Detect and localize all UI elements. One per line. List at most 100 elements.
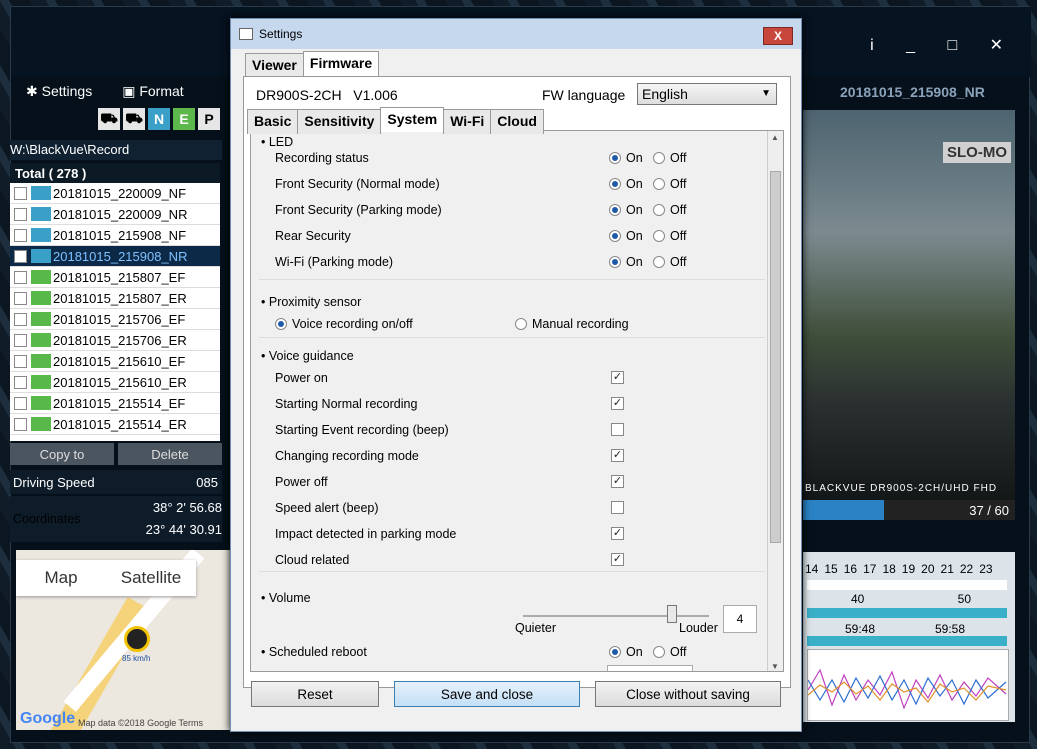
reboot-off-label: Off [670, 645, 687, 659]
save-and-close-button[interactable]: Save and close [394, 681, 580, 707]
file-row[interactable]: 20181015_215610_EF [10, 351, 220, 372]
led-on-radio[interactable]: On [609, 203, 643, 217]
file-checkbox[interactable] [14, 417, 27, 431]
file-checkbox[interactable] [14, 228, 27, 242]
menu-format[interactable]: ▣ Format [122, 83, 183, 100]
tab-sensitivity[interactable]: Sensitivity [297, 109, 382, 134]
voice-item-checkbox[interactable] [611, 501, 624, 514]
satellite-tab[interactable]: Satellite [106, 560, 196, 596]
file-row[interactable]: 20181015_215807_ER [10, 288, 220, 309]
dialog-close-button[interactable]: X [763, 27, 793, 45]
video-view[interactable]: SLO-MO BLACKVUE DR900S-2CH/UHD FHD 37 / … [803, 110, 1015, 520]
map-tab[interactable]: Map [16, 560, 106, 596]
reset-button[interactable]: Reset [251, 681, 379, 707]
timeline[interactable]: 14 15 16 17 18 19 20 21 22 23 40 50 59:48 59:58 [803, 552, 1015, 722]
close-without-saving-button[interactable]: Close without saving [595, 681, 781, 707]
divider [259, 571, 765, 572]
on-label: On [626, 177, 643, 191]
voice-item-checkbox[interactable]: ✓ [611, 527, 624, 540]
map-view[interactable]: Map Satellite 85 km/h Google Map data ©2… [16, 550, 230, 730]
file-name: 20181015_215807_EF [53, 269, 186, 285]
file-row[interactable]: 20181015_215706_EF [10, 309, 220, 330]
voice-item-checkbox[interactable]: ✓ [611, 449, 624, 462]
gsensor-graph [807, 649, 1009, 721]
file-row[interactable]: 20181015_215908_NF [10, 225, 220, 246]
fw-language-select[interactable]: English ▼ [637, 83, 777, 105]
voice-item-checkbox[interactable] [611, 423, 624, 436]
voice-item-label: Starting Normal recording [275, 397, 418, 411]
file-checkbox[interactable] [14, 396, 27, 410]
tab-cloud[interactable]: Cloud [490, 109, 544, 134]
scroll-up-icon[interactable]: ▲ [771, 133, 779, 142]
file-checkbox[interactable] [14, 207, 27, 221]
voice-item-checkbox[interactable]: ✓ [611, 397, 624, 410]
file-checkbox[interactable] [14, 375, 27, 389]
file-checkbox[interactable] [14, 186, 27, 200]
filter-parking[interactable]: P [198, 108, 220, 130]
proximity-section-title: • Proximity sensor [261, 295, 362, 309]
led-on-radio[interactable]: On [609, 177, 643, 191]
led-on-radio[interactable]: On [609, 151, 643, 165]
tab-viewer[interactable]: Viewer [245, 53, 304, 78]
proximity-manual-radio[interactable]: Manual recording [515, 317, 629, 331]
second-bar [807, 636, 1007, 646]
file-row[interactable]: 20181015_215706_ER [10, 330, 220, 351]
reboot-off-radio[interactable]: Off [653, 645, 686, 659]
gsensor-graph-svg [807, 668, 1007, 710]
scroll-down-icon[interactable]: ▼ [771, 662, 779, 671]
scroll-thumb[interactable] [770, 171, 781, 543]
led-on-radio[interactable]: On [609, 229, 643, 243]
led-off-radio[interactable]: Off [653, 229, 686, 243]
voice-item-checkbox[interactable]: ✓ [611, 475, 624, 488]
file-row[interactable]: 20181015_215514_EF [10, 393, 220, 414]
file-row[interactable]: 20181015_215807_EF [10, 267, 220, 288]
led-off-radio[interactable]: Off [653, 203, 686, 217]
file-row[interactable]: 20181015_215514_ER [10, 414, 220, 435]
led-off-radio[interactable]: Off [653, 151, 686, 165]
window-controls[interactable]: i _ □ ✕ [870, 35, 1017, 55]
tab-wifi[interactable]: Wi-Fi [443, 109, 492, 134]
file-name: 20181015_215514_ER [53, 416, 187, 432]
reboot-label-text: Scheduled reboot [268, 645, 367, 659]
file-checkbox[interactable] [14, 312, 27, 326]
file-row[interactable]: 20181015_215908_NR [10, 246, 220, 267]
voice-item-label: Power off [275, 475, 328, 489]
file-row[interactable]: 20181015_220009_NR [10, 204, 220, 225]
file-row[interactable]: 20181015_215610_ER [10, 372, 220, 393]
file-checkbox[interactable] [14, 291, 27, 305]
tab-system[interactable]: System [380, 107, 445, 132]
reboot-on-radio[interactable]: On [609, 645, 643, 659]
filter-event[interactable]: E [173, 108, 195, 130]
led-on-radio[interactable]: On [609, 255, 643, 269]
tab-firmware[interactable]: Firmware [302, 51, 380, 76]
led-off-radio[interactable]: Off [653, 255, 686, 269]
volume-slider-track[interactable] [523, 615, 709, 617]
settings-scrollbar[interactable]: ▲ ▼ [767, 131, 783, 671]
led-off-radio[interactable]: Off [653, 177, 686, 191]
reboot-time-field[interactable] [607, 665, 693, 671]
second-label: 59:58 [934, 622, 965, 636]
tab-basic[interactable]: Basic [247, 109, 299, 134]
file-checkbox[interactable] [14, 249, 27, 263]
quieter-label: Quieter [515, 621, 556, 635]
file-checkbox[interactable] [14, 354, 27, 368]
file-checkbox[interactable] [14, 333, 27, 347]
delete-button[interactable]: Delete [118, 443, 222, 465]
voice-item-checkbox[interactable]: ✓ [611, 553, 624, 566]
filter-car-icon[interactable]: ⛟ [98, 108, 120, 130]
file-row[interactable]: 20181015_220009_NF [10, 183, 220, 204]
voice-item-label: Starting Event recording (beep) [275, 423, 449, 437]
proximity-voice-radio[interactable]: Voice recording on/off [275, 317, 413, 331]
voice-item-checkbox[interactable]: ✓ [611, 371, 624, 384]
on-label: On [626, 229, 643, 243]
slomo-badge[interactable]: SLO-MO [943, 142, 1011, 163]
fw-language-label: FW language [542, 87, 626, 103]
volume-slider-thumb[interactable] [666, 605, 677, 623]
copy-to-button[interactable]: Copy to [10, 443, 114, 465]
file-checkbox[interactable] [14, 270, 27, 284]
filter-normal[interactable]: N [148, 108, 170, 130]
chevron-down-icon: ▼ [761, 88, 771, 99]
menu-settings[interactable]: ✱ Settings [26, 83, 92, 100]
voice-section-title: • Voice guidance [261, 349, 354, 363]
filter-car-rear-icon[interactable]: ⛟ [123, 108, 145, 130]
